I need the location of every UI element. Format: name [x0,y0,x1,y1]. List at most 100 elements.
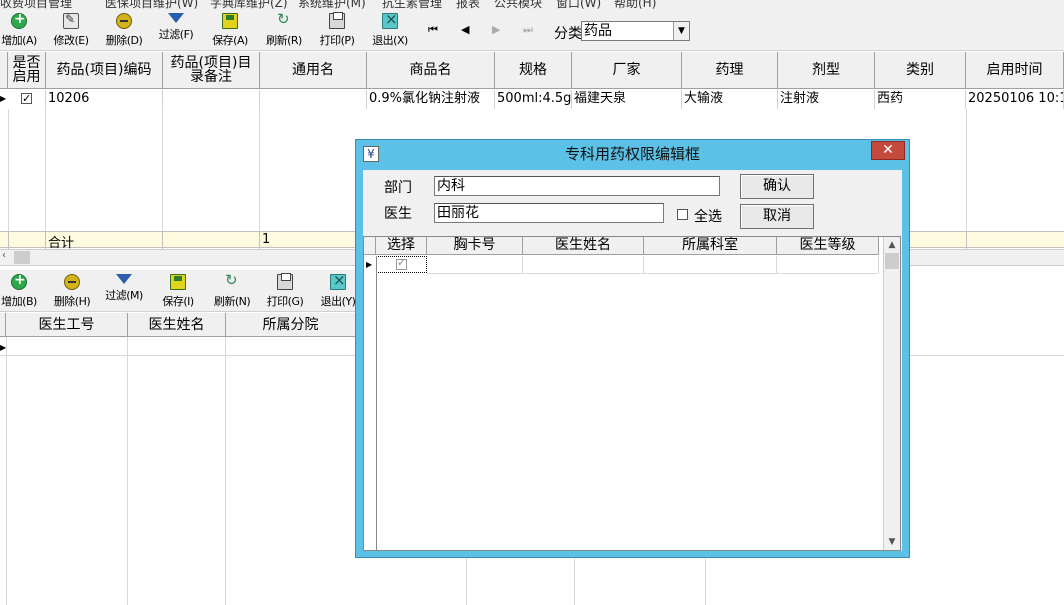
cell-generic[interactable] [260,90,367,109]
col-badge-no[interactable]: 胸卡号 [427,237,523,255]
col-maker[interactable]: 厂家 [572,52,682,89]
cell-pharm[interactable]: 大输液 [682,90,778,109]
divider [966,232,967,249]
col-trade[interactable]: 商品名 [367,52,495,89]
confirm-button[interactable]: 确认 [740,174,814,199]
save-doctor-button[interactable]: 保存(I) [157,274,199,310]
col-doctor-name[interactable]: 医生姓名 [523,237,644,255]
select-checkbox-cell[interactable] [376,256,427,273]
chevron-down-icon[interactable]: ▼ [673,22,689,40]
exit-button[interactable]: 退出(X) [369,10,411,49]
divider [466,557,467,605]
dept-field[interactable]: 内科 [434,176,720,196]
divider [376,256,377,550]
save-button[interactable]: 保存(A) [209,13,251,49]
enabled-checkbox[interactable] [8,90,46,109]
save-icon [170,274,186,290]
permission-dialog: 专科用药权限编辑框 ¥ ✕ 部门 内科 医生 田丽花 全选 确认 取消 选择 胸… [355,139,910,558]
col-type[interactable]: 类别 [875,52,966,89]
print-button[interactable]: 打印(P) [316,12,358,49]
col-code[interactable]: 药品(项目)编码 [46,52,163,89]
cancel-button[interactable]: 取消 [740,204,814,229]
delete-doctor-button[interactable]: 删除(H) [50,274,94,310]
divider [522,256,523,274]
menu-item[interactable]: 窗口(W) [556,0,601,9]
col-doctor-id[interactable]: 医生工号 [6,313,128,337]
col-form[interactable]: 剂型 [778,52,875,89]
divider [6,337,7,605]
first-record-icon[interactable]: ⏮ [428,23,438,37]
filter-doctor-button[interactable]: 过滤(M) [103,274,145,310]
close-button[interactable]: ✕ [871,141,905,160]
last-record-icon[interactable]: ⏭ [523,23,533,37]
menu-item[interactable]: 公共模块 [494,0,542,9]
col-spec[interactable]: 规格 [495,52,572,89]
col-doctor-level[interactable]: 医生等级 [777,237,879,255]
doctor-field[interactable]: 田丽花 [434,203,664,223]
cell-note[interactable] [163,90,260,109]
exit-doctor-button[interactable]: 退出(Y) [317,271,359,310]
prev-record-icon[interactable]: ◀ [461,23,469,36]
divider [643,256,644,274]
refresh-icon [276,10,292,29]
cell-spec[interactable]: 500ml:4.5g [495,90,572,109]
refresh-button[interactable]: 刷新(R) [263,10,305,49]
exit-icon [382,10,398,29]
scroll-thumb[interactable] [14,251,30,264]
menu-item[interactable]: 医保项目维护(W) [105,0,198,9]
divider [162,109,163,231]
menu-item[interactable]: 字典库维护(Z) [210,0,288,9]
scroll-left-icon[interactable]: ‹ [2,250,6,261]
cell-trade[interactable]: 0.9%氯化钠注射液 [367,90,495,109]
col-branch[interactable]: 所属分院 [226,313,356,337]
scroll-up-icon[interactable]: ▲ [884,237,900,253]
divider [45,109,46,231]
doctor-label: 医生 [384,206,412,222]
col-time[interactable]: 启用时间 [966,52,1064,89]
add-doctor-button[interactable]: 增加(B) [0,272,38,310]
col-generic[interactable]: 通用名 [260,52,367,89]
row-header-corner [0,52,8,89]
col-department[interactable]: 所属科室 [644,237,777,255]
col-pharm[interactable]: 药理 [682,52,778,89]
menu-item[interactable]: 帮助(H) [614,0,656,9]
summary-count: 1 [262,232,271,247]
menu-item[interactable]: 抗生素管理 [382,0,442,9]
menu-item[interactable]: 报表 [456,0,480,9]
filter-button[interactable]: 过滤(F) [155,13,197,49]
cell-maker[interactable]: 福建天泉 [572,90,682,109]
check-icon [21,90,32,108]
edit-button[interactable]: 修改(E) [50,12,92,49]
menu-item[interactable]: 系统维护(M) [298,0,366,9]
select-all-checkbox[interactable] [677,209,688,220]
dialog-body: 部门 内科 医生 田丽花 全选 确认 取消 选择 胸卡号 医生姓名 所属科室 医… [363,170,902,551]
menu-bar: 收费项目管理 医保项目维护(W) 字典库维护(Z) 系统维护(M) 抗生素管理 … [0,0,1064,9]
next-record-icon[interactable]: ▶ [492,23,500,36]
divider [878,256,879,274]
col-select[interactable]: 选择 [376,237,427,255]
edit-icon [63,12,79,29]
col-enabled[interactable]: 是否启用 [8,52,46,89]
cell-time[interactable]: 20250106 10:10 [966,90,1064,109]
scroll-thumb[interactable] [885,253,899,269]
category-select[interactable]: 药品 ▼ [581,21,690,41]
delete-icon [116,13,132,29]
scroll-down-icon[interactable]: ▼ [884,534,900,550]
delete-button[interactable]: 删除(D) [102,13,146,49]
cell-code[interactable]: 10206 [46,90,163,109]
exit-icon [330,271,346,290]
col-doctor-name[interactable]: 医生姓名 [128,313,226,337]
refresh-doctor-button[interactable]: 刷新(N) [211,271,253,310]
print-doctor-button[interactable]: 打印(G) [264,273,306,310]
cell-form[interactable]: 注射液 [778,90,875,109]
select-all-label: 全选 [694,209,722,225]
cell-type[interactable]: 西药 [875,90,966,109]
vertical-scrollbar[interactable]: ▲ ▼ [883,237,900,550]
filter-icon [168,13,184,23]
divider [225,337,226,605]
row-header-corner [364,237,376,255]
col-note[interactable]: 药品(项目)目录备注 [163,52,260,89]
menu-item[interactable]: 收费项目管理 [0,0,72,9]
delete-icon [64,274,80,290]
add-button[interactable]: 增加(A) [0,11,38,49]
